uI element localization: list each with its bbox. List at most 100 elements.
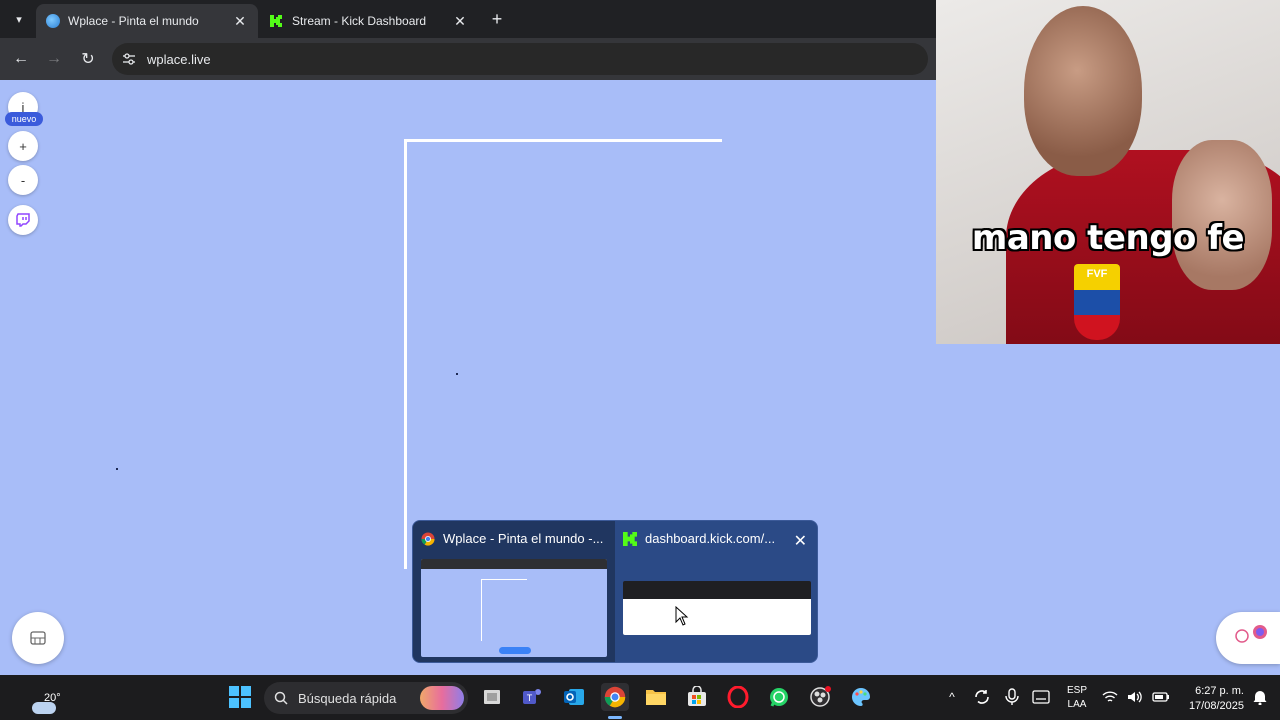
mouse-cursor-icon	[675, 606, 689, 626]
task-view-icon	[484, 690, 500, 704]
zoom-in-label: +	[19, 138, 27, 154]
thumb-paint-button	[499, 647, 531, 654]
clock-time: 6:27 p. m.	[1195, 685, 1244, 697]
person-head	[1024, 6, 1142, 176]
wifi-icon	[1102, 691, 1118, 702]
quick-settings[interactable]	[1098, 683, 1174, 711]
outlook-app[interactable]	[560, 683, 588, 711]
sync-icon	[975, 690, 989, 704]
browser-toolbar: ← → ↻ wplace.live	[0, 38, 936, 80]
brain-icon	[1235, 625, 1267, 643]
system-clock[interactable]: 6:27 p. m. 17/08/2025	[1180, 684, 1244, 714]
start-button[interactable]	[226, 683, 254, 711]
search-placeholder: Búsqueda rápida	[298, 690, 397, 706]
url-text: wplace.live	[147, 51, 211, 67]
new-tab-button[interactable]: +	[486, 8, 508, 30]
search-highlight-art	[420, 686, 464, 710]
close-tab-icon[interactable]: ✕	[452, 13, 468, 29]
svg-text:T: T	[527, 693, 533, 703]
preview-window-wplace[interactable]: Wplace - Pinta el mundo -...	[413, 521, 615, 662]
notifications-button[interactable]	[1246, 683, 1274, 711]
taskbar-search[interactable]: Búsqueda rápida	[264, 682, 468, 714]
tab-strip: ▾ Wplace - Pinta el mundo ✕ Stream - Kic…	[0, 0, 936, 38]
chrome-icon	[421, 532, 435, 545]
crest-text: FVF	[1086, 268, 1108, 280]
new-badge: nuevo	[5, 112, 43, 126]
file-explorer-app[interactable]	[642, 683, 670, 711]
address-bar[interactable]: wplace.live	[112, 43, 928, 75]
webcam-overlay: FVF mano tengo fe	[936, 0, 1280, 344]
tab-kick-dashboard[interactable]: Stream - Kick Dashboard ✕	[260, 4, 478, 38]
kick-icon	[623, 531, 637, 546]
obs-app[interactable]	[806, 683, 834, 711]
preview-title-text: Wplace - Pinta el mundo -...	[443, 531, 604, 546]
thumb-drawing	[481, 579, 527, 641]
thumb-browser-bar	[421, 559, 607, 569]
reload-button[interactable]: ↻	[77, 48, 99, 70]
lang-line2: LAA	[1067, 699, 1087, 710]
preview-title: dashboard.kick.com/...	[623, 531, 775, 546]
microphone-tray[interactable]	[998, 683, 1026, 711]
battery-icon	[1152, 692, 1169, 702]
forward-button[interactable]: →	[43, 48, 65, 70]
twitch-button[interactable]	[8, 205, 38, 235]
clock-date: 17/08/2025	[1188, 700, 1244, 712]
teams-app[interactable]: T	[519, 683, 547, 711]
active-app-indicator	[608, 716, 622, 719]
preview-title: Wplace - Pinta el mundo -...	[421, 531, 603, 546]
volume-icon	[1128, 691, 1142, 703]
input-language[interactable]: ESP LAA	[1064, 684, 1090, 712]
thumbs-up-hand	[1172, 140, 1272, 290]
close-preview-icon[interactable]: ✕	[794, 531, 807, 551]
pixel-dot	[116, 468, 118, 470]
opera-icon	[727, 686, 749, 708]
store-app[interactable]	[683, 683, 711, 711]
twitch-icon	[16, 213, 30, 227]
chrome-app[interactable]	[601, 683, 629, 711]
task-view-button[interactable]	[478, 683, 506, 711]
pixel-drawing-outline	[404, 139, 722, 569]
preview-thumbnail	[421, 559, 607, 657]
tab-wplace[interactable]: Wplace - Pinta el mundo ✕	[36, 4, 258, 38]
team-crest: FVF	[1074, 264, 1120, 340]
weather-widget[interactable]: 20°	[14, 683, 61, 714]
whatsapp-icon	[770, 688, 788, 707]
teams-icon: T	[523, 689, 541, 704]
taskbar-window-preview: Wplace - Pinta el mundo -... dashboard.k…	[412, 520, 818, 663]
chrome-icon	[604, 686, 626, 708]
keyboard-tray[interactable]	[1027, 683, 1055, 711]
thumb-page	[623, 599, 811, 635]
palette-app-icon	[852, 688, 870, 706]
preview-thumbnail	[623, 581, 811, 635]
microphone-icon	[1005, 688, 1019, 705]
zoom-out-label: -	[20, 172, 26, 188]
meme-caption: mano tengo fe	[971, 218, 1245, 258]
lang-line1: ESP	[1066, 685, 1087, 696]
keyboard-icon	[1032, 690, 1050, 704]
zoom-out-button[interactable]: -	[8, 165, 38, 195]
bell-icon	[1253, 691, 1267, 705]
paint-app[interactable]	[847, 683, 875, 711]
whatsapp-app[interactable]	[765, 683, 793, 711]
pixel-dot	[456, 373, 458, 375]
tab-title: Wplace - Pinta el mundo	[68, 14, 199, 28]
folder-icon	[646, 690, 666, 705]
show-hidden-icons-chevron-icon[interactable]: ^	[938, 683, 966, 711]
tab-search-chevron-icon[interactable]: ▾	[8, 8, 30, 30]
temperature: 20°	[44, 692, 61, 704]
extensions-button[interactable]	[1216, 612, 1280, 664]
tab-title: Stream - Kick Dashboard	[292, 14, 427, 28]
windows-taskbar: 20° Búsqueda rápida T ^ ESP LAA 6:27 p. …	[0, 675, 1280, 720]
zoom-in-button[interactable]: +	[8, 131, 38, 161]
preview-window-kick[interactable]: dashboard.kick.com/... ✕	[615, 521, 817, 662]
back-button[interactable]: ←	[10, 48, 32, 70]
site-settings-icon[interactable]	[122, 52, 136, 66]
globe-icon	[46, 14, 60, 28]
palette-button[interactable]	[12, 612, 64, 664]
opera-app[interactable]	[724, 683, 752, 711]
sync-app[interactable]	[968, 683, 996, 711]
obs-icon	[810, 686, 831, 707]
close-tab-icon[interactable]: ✕	[232, 13, 248, 29]
search-icon	[274, 691, 288, 705]
preview-title-text: dashboard.kick.com/...	[645, 531, 776, 546]
